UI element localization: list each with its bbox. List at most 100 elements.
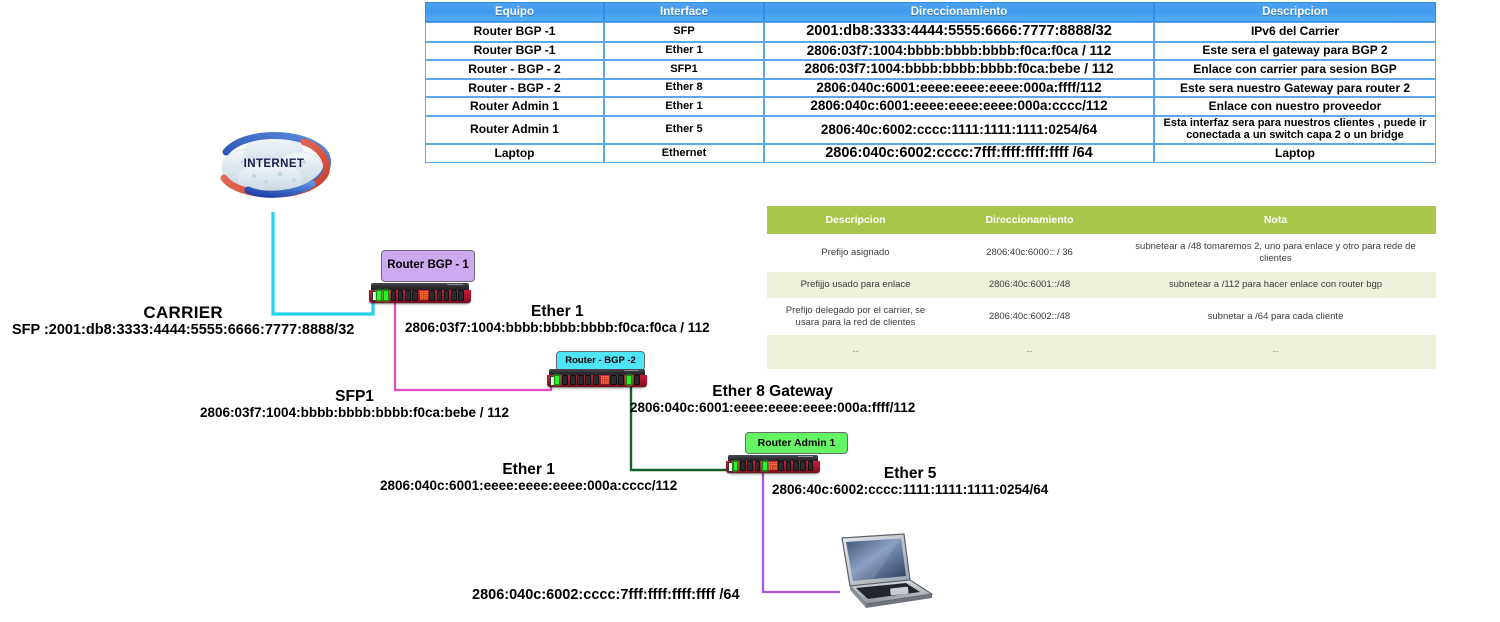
router-port [429, 289, 435, 301]
table-row: Laptop Ethernet 2806:040c:6002:cccc:7fff… [425, 143, 1436, 164]
router-port [747, 461, 754, 472]
table-row: Router Admin 1 Ether 5 2806:40c:6002:ccc… [425, 115, 1436, 144]
cell-direccionamiento: 2806:03f7:1004:bbbb:bbbb:bbbb:f0ca:f0ca … [764, 41, 1154, 61]
router-logo [798, 455, 813, 457]
label-bgp2-ether8-title: Ether 8 Gateway [712, 383, 833, 400]
cell-interface: Ether 8 [604, 78, 764, 98]
cell-descripcion: Prefijo delegado por el carrier, se usar… [767, 297, 944, 336]
router-port-array [554, 375, 641, 386]
cell-direccionamiento: 2806:03f7:1004:bbbb:bbbb:bbbb:f0ca:bebe … [764, 60, 1154, 79]
cell-descripcion: Prefijjo usado para enlace [767, 271, 944, 298]
cell-descripcion: Este sera nuestro Gateway para router 2 [1154, 78, 1436, 98]
label-carrier: CARRIER SFP :2001:db8:3333:4444:5555:666… [12, 303, 354, 338]
cell-equipo: Router Admin 1 [425, 115, 604, 144]
router-port [451, 289, 457, 301]
router-port-lit [376, 289, 382, 301]
device-label-router-bgp-1[interactable]: Router BGP - 1 [381, 250, 475, 282]
cell-direccionamiento: 2001:db8:3333:4444:5555:6666:7777:8888/3… [764, 22, 1154, 42]
router-port [443, 289, 450, 301]
cell-interface: SFP [604, 22, 764, 42]
router-port [754, 461, 761, 472]
cell-direccionamiento: 2806:40c:6002::/48 [944, 297, 1115, 336]
cell-descripcion: -- [767, 335, 944, 370]
col-header-direccionamiento: Direccionamiento [764, 2, 1154, 22]
table-header-row: Descripcion Direccionamiento Nota [767, 206, 1436, 234]
cell-equipo: Router BGP -1 [425, 41, 604, 61]
cell-equipo: Router - BGP - 2 [425, 78, 604, 98]
label-admin-ether5: Ether 5 2806:40c:6002:cccc:1111:1111:111… [772, 465, 1048, 497]
cell-descripcion: Este sera el gateway para BGP 2 [1154, 41, 1436, 61]
col-header-equipo: Equipo [425, 2, 604, 22]
router-vent-grille [419, 290, 428, 300]
col-header-descripcion: Descripcion [1154, 2, 1436, 22]
col-header-descripcion: Descripcion [767, 206, 944, 234]
cell-equipo: Router - BGP - 2 [425, 60, 604, 79]
label-carrier-addr: SFP :2001:db8:3333:4444:5555:6666:7777:8… [12, 322, 355, 339]
label-admin-ether1-addr: 2806:040c:6001:eeee:eeee:eeee:000a:cccc/… [380, 478, 678, 494]
router-vent-grille [600, 376, 609, 385]
router-port [593, 375, 600, 386]
label-admin-ether5-title: Ether 5 [883, 465, 937, 482]
cell-equipo: Router Admin 1 [425, 97, 604, 116]
table-row: Router - BGP - 2 SFP1 2806:03f7:1004:bbb… [425, 60, 1436, 79]
prefix-plan-table: Descripcion Direccionamiento Nota Prefij… [767, 206, 1436, 370]
label-bgp1-ether1-addr: 2806:03f7:1004:bbbb:bbbb:bbbb:f0ca:f0ca … [405, 320, 710, 336]
laptop-icon[interactable] [832, 532, 936, 614]
cell-nota: subnetear a /112 para hacer enlace con r… [1115, 271, 1436, 298]
label-bgp2-ether8: Ether 8 Gateway 2806:040c:6001:eeee:eeee… [630, 383, 915, 415]
router-port [585, 375, 592, 386]
cell-direccionamiento: 2806:40c:6002:cccc:1111:1111:1111:0254/6… [764, 115, 1154, 144]
cell-descripcion: Enlace con nuestro proveedor [1154, 97, 1436, 116]
device-label-router-bgp-2[interactable]: Router - BGP -2 [556, 351, 645, 371]
cell-interface: Ether 1 [604, 97, 764, 116]
router-port-array [376, 289, 464, 301]
cell-equipo: Laptop [425, 143, 604, 164]
router-port-lit [383, 289, 389, 301]
label-admin-ether1: Ether 1 2806:040c:6001:eeee:eeee:eeee:00… [380, 461, 677, 493]
cell-interface: SFP1 [604, 60, 764, 79]
table-row: Prefijjo usado para enlace 2806:40c:6001… [767, 271, 1436, 298]
label-bgp1-ether1-title: Ether 1 [531, 303, 584, 320]
cell-interface: Ethernet [604, 143, 764, 164]
cell-interface: Ether 5 [604, 115, 764, 144]
internet-label: INTERNET [243, 158, 305, 170]
table-row: Prefijo delegado por el carrier, se usar… [767, 297, 1436, 336]
link-carrier [271, 212, 375, 316]
router-port [436, 289, 443, 301]
table-row: Router Admin 1 Ether 1 2806:040c:6001:ee… [425, 97, 1436, 116]
router-logo [447, 283, 464, 285]
cell-direccionamiento: -- [944, 335, 1115, 370]
label-admin-ether5-addr: 2806:40c:6002:cccc:1111:1111:1111:0254/6… [772, 482, 1049, 498]
table-row: Router BGP -1 Ether 1 2806:03f7:1004:bbb… [425, 41, 1436, 61]
cell-descripcion: Esta interfaz sera para nuestros cliente… [1154, 115, 1436, 144]
router-port [397, 289, 404, 301]
table-header-row: Equipo Interface Direccionamiento Descri… [425, 2, 1436, 22]
col-header-nota: Nota [1115, 206, 1436, 234]
label-bgp2-ether8-addr: 2806:040c:6001:eeee:eeee:eeee:000a:ffff/… [630, 400, 916, 416]
cell-direccionamiento: 2806:040c:6002:cccc:7fff:ffff:ffff:ffff … [764, 143, 1154, 164]
router-port-lit [554, 375, 561, 386]
cell-descripcion: IPv6 del Carrier [1154, 22, 1436, 42]
router-port [618, 375, 625, 386]
router-port-lit [732, 461, 739, 472]
col-header-direccionamiento: Direccionamiento [944, 206, 1115, 234]
cell-nota: subnetar a /64 para cada cliente [1115, 297, 1436, 336]
table-row: -- -- -- [767, 335, 1436, 370]
router-port [412, 289, 418, 301]
router-port [569, 375, 576, 386]
router-logo [623, 369, 640, 371]
cell-descripcion: Prefijo asignado [767, 234, 944, 272]
device-label-router-admin-1[interactable]: Router Admin 1 [745, 432, 848, 454]
cell-direccionamiento: 2806:040c:6001:eeee:eeee:eeee:000a:cccc/… [764, 97, 1154, 116]
label-admin-ether1-title: Ether 1 [502, 461, 555, 478]
diagram-canvas: INTERNET Router BGP - 1 Router - BGP -2 [0, 0, 1500, 622]
cell-nota: subnetear a /48 tomaremos 2, uno para en… [1115, 234, 1436, 272]
router-port-lit [762, 461, 768, 472]
cell-nota: -- [1115, 335, 1436, 370]
cell-descripcion: Laptop [1154, 143, 1436, 164]
label-bgp1-ether1: Ether 1 2806:03f7:1004:bbbb:bbbb:bbbb:f0… [405, 303, 710, 335]
router-device-icon-bgp-1[interactable] [369, 283, 471, 305]
router-port [610, 375, 617, 386]
label-carrier-title: CARRIER [143, 303, 223, 322]
router-port [458, 289, 464, 301]
